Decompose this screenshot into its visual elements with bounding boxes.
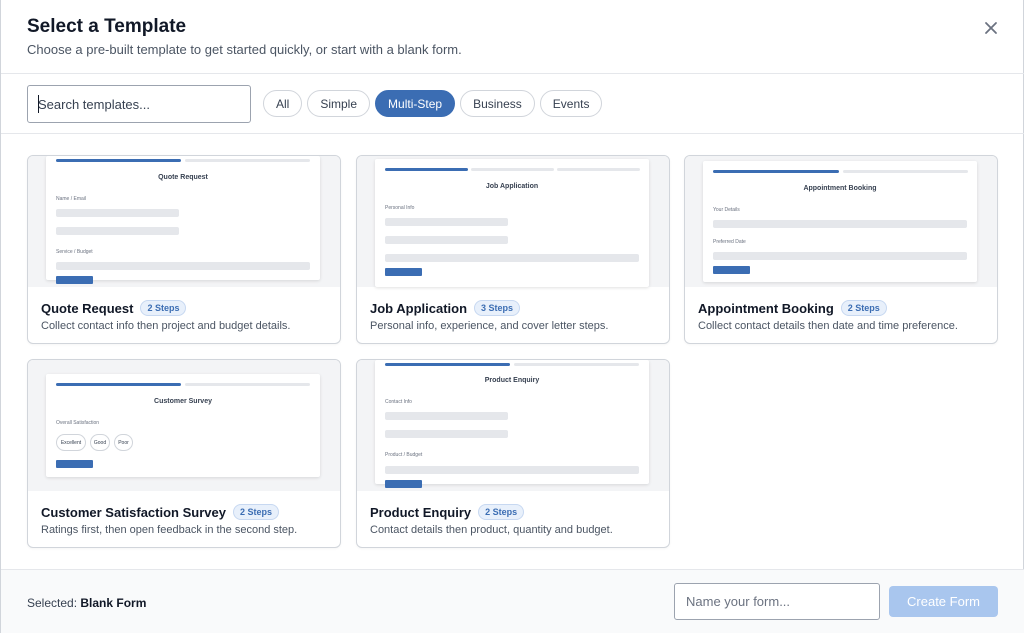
preview-option: Poor — [114, 434, 133, 451]
template-description: Collect contact details then date and ti… — [698, 320, 958, 332]
template-card-customer-satisfaction-survey[interactable]: Customer Survey Overall Satisfaction Exc… — [27, 359, 341, 548]
progress-step — [471, 168, 554, 171]
filter-all[interactable]: All — [263, 90, 303, 117]
preview-field — [385, 430, 508, 438]
template-preview: Product Enquiry Contact Info Product / B… — [357, 360, 669, 491]
template-description: Ratings first, then open feedback in the… — [41, 524, 298, 536]
progress-step — [185, 159, 310, 162]
preview-field — [56, 227, 179, 235]
template-card-quote-request[interactable]: Quote Request Name / Email Service / Bud… — [27, 155, 341, 344]
preview-title: Job Application — [485, 183, 539, 190]
preview-label: Name / Email — [56, 196, 87, 202]
steps-badge: 2 Steps — [478, 504, 525, 520]
form-name-input[interactable] — [674, 583, 880, 620]
preview-label: Service / Budget — [56, 249, 93, 255]
progress-step-active — [56, 383, 181, 386]
selected-label: Selected: — [27, 596, 81, 610]
steps-badge: 2 Steps — [232, 504, 279, 520]
preview-title: Product Enquiry — [484, 377, 540, 384]
filter-events[interactable]: Events — [539, 90, 603, 117]
selected-value: Blank Form — [80, 596, 147, 610]
text-caret — [38, 95, 39, 113]
preview-field — [56, 262, 310, 270]
selected-template: Selected: Blank Form — [27, 596, 146, 610]
preview-label: Product / Budget — [385, 452, 423, 458]
preview-button — [56, 276, 93, 284]
preview-field — [385, 466, 639, 474]
progress-step — [514, 363, 639, 366]
template-name: Job Application 3 Steps — [370, 300, 521, 316]
progress-step-active — [385, 363, 510, 366]
steps-badge: 2 Steps — [140, 300, 187, 316]
template-title: Appointment Booking — [698, 300, 834, 316]
preview-label: Your Details — [713, 207, 740, 213]
template-description: Personal info, experience, and cover let… — [370, 320, 609, 332]
modal-subtitle: Choose a pre-built template to get start… — [27, 42, 462, 57]
form-preview: Quote Request Name / Email Service / Bud… — [46, 156, 320, 284]
progress-step — [557, 168, 640, 171]
preview-button — [385, 480, 422, 488]
preview-button — [713, 266, 750, 274]
preview-label: Preferred Date — [713, 239, 746, 245]
preview-title: Quote Request — [158, 174, 208, 181]
steps-badge: 2 Steps — [840, 300, 887, 316]
preview-field — [385, 218, 508, 226]
template-card-job-application[interactable]: Job Application Personal Info Job Applic… — [356, 155, 670, 344]
template-description: Collect contact info then project and bu… — [41, 320, 291, 332]
progress-step-active — [713, 170, 839, 173]
modal-title: Select a Template — [27, 16, 187, 37]
preview-field — [385, 254, 639, 262]
steps-badge: 3 Steps — [474, 300, 521, 316]
close-icon[interactable] — [983, 20, 999, 36]
template-modal: Select a Template Choose a pre-built tem… — [0, 0, 1024, 633]
template-name: Quote Request 2 Steps — [41, 300, 187, 316]
template-title: Customer Satisfaction Survey — [41, 504, 226, 520]
progress-step-active — [56, 159, 181, 162]
preview-label: Overall Satisfaction — [56, 420, 100, 426]
preview-option: Good — [90, 434, 110, 451]
preview-button — [56, 460, 93, 468]
preview-field — [56, 209, 179, 217]
template-preview: Quote Request Name / Email Service / Bud… — [28, 156, 340, 287]
filter-multi-step[interactable]: Multi-Step — [375, 90, 456, 117]
filter-business[interactable]: Business — [460, 90, 535, 117]
preview-field — [385, 412, 508, 420]
modal-header: Select a Template Choose a pre-built tem… — [1, 0, 1024, 74]
preview-field — [713, 252, 967, 260]
progress-step — [185, 383, 310, 386]
template-preview: Job Application Personal Info — [357, 156, 669, 287]
form-preview: Job Application Personal Info — [375, 159, 649, 287]
template-name: Appointment Booking 2 Steps — [698, 300, 887, 316]
preview-label: Contact Info — [385, 399, 412, 405]
progress-step-active — [385, 168, 468, 171]
preview-field — [385, 236, 508, 244]
preview-title: Appointment Booking — [803, 185, 877, 192]
template-name: Product Enquiry 2 Steps — [370, 504, 525, 520]
preview-button — [385, 268, 422, 276]
preview-field — [713, 220, 967, 228]
template-title: Job Application — [370, 300, 468, 316]
category-filters: All Simple Multi-Step Business Events — [263, 90, 603, 117]
filter-simple[interactable]: Simple — [307, 90, 371, 117]
form-preview: Appointment Booking Your Details Preferr… — [703, 161, 977, 282]
template-card-product-enquiry[interactable]: Product Enquiry Contact Info Product / B… — [356, 359, 670, 548]
template-name: Customer Satisfaction Survey 2 Steps — [41, 504, 279, 520]
preview-option: Excellent — [56, 434, 86, 451]
template-preview: Customer Survey Overall Satisfaction Exc… — [28, 360, 340, 491]
modal-footer: Selected: Blank Form Create Form — [1, 569, 1024, 633]
template-title: Quote Request — [41, 300, 134, 316]
progress-step — [843, 170, 968, 173]
filter-bar: All Simple Multi-Step Business Events — [1, 74, 1024, 134]
template-preview: Appointment Booking Your Details Preferr… — [685, 156, 997, 287]
create-form-button[interactable]: Create Form — [889, 586, 998, 617]
search-input[interactable] — [27, 85, 251, 123]
preview-title: Customer Survey — [154, 398, 212, 405]
template-title: Product Enquiry — [370, 504, 472, 520]
template-description: Contact details then product, quantity a… — [370, 524, 613, 536]
template-card-appointment-booking[interactable]: Appointment Booking Your Details Preferr… — [684, 155, 998, 344]
preview-label: Personal Info — [385, 205, 415, 211]
form-preview: Customer Survey Overall Satisfaction Exc… — [46, 374, 320, 477]
form-preview: Product Enquiry Contact Info Product / B… — [375, 360, 649, 488]
